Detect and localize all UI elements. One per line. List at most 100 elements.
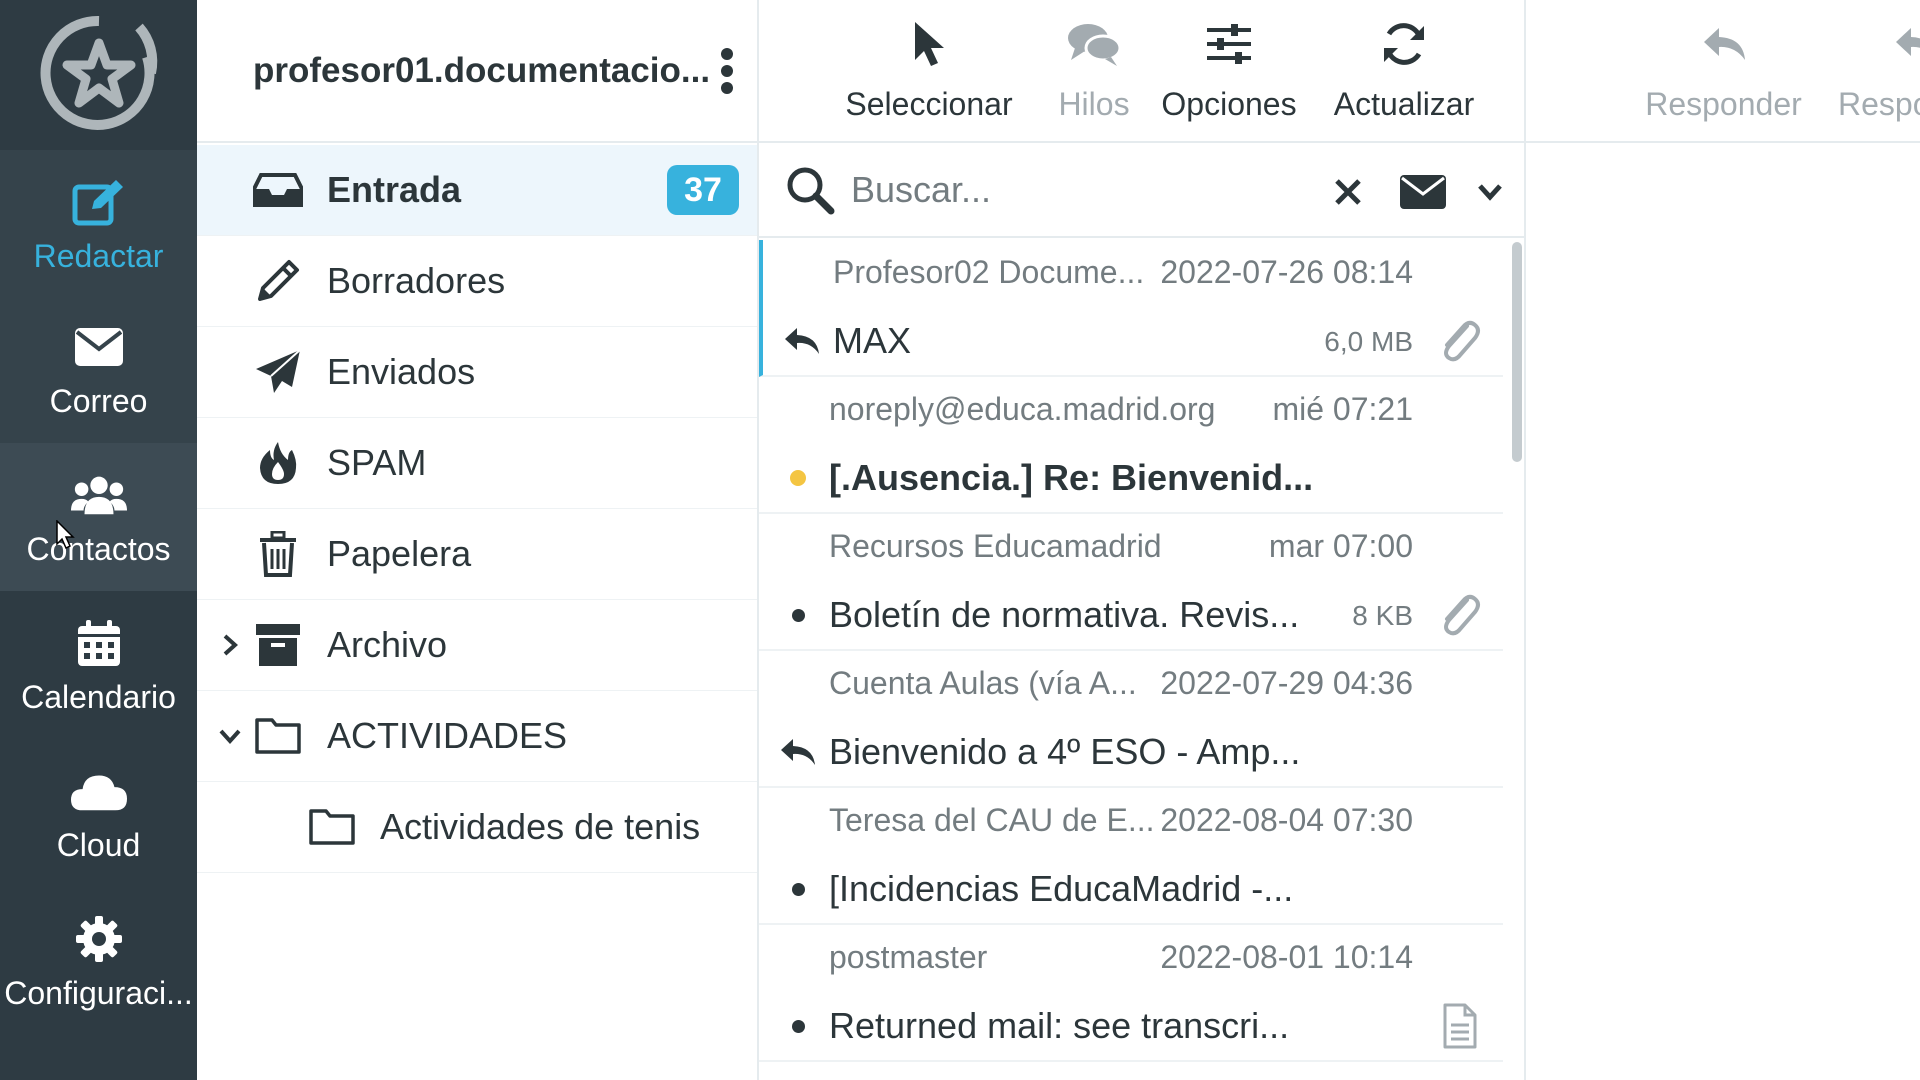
envelope-icon (71, 319, 127, 375)
message-from: Profesor02 Docume... (833, 254, 1145, 290)
reply-icon (1696, 16, 1752, 72)
scrollbar[interactable] (1512, 242, 1522, 462)
message-date: 2022-07-26 08:14 (1160, 254, 1413, 290)
refresh-button[interactable]: Actualizar (1309, 16, 1499, 128)
folder-label: Enviados (327, 351, 476, 392)
search-bar (759, 143, 1526, 238)
message-date: mar 07:00 (1268, 528, 1413, 564)
gear-icon (71, 911, 127, 967)
nav-settings[interactable]: Configuraci... (0, 887, 197, 1035)
folder-label: ACTIVIDADES (327, 715, 568, 756)
message-date: 2022-07-29 04:36 (1160, 665, 1413, 701)
compose-icon (71, 174, 127, 230)
folder-label: Papelera (327, 533, 472, 574)
search-options-chevron-icon[interactable] (1467, 169, 1513, 215)
nav-label: Correo (49, 382, 148, 419)
options-label: Opciones (1161, 86, 1297, 122)
message-date: 2022-08-01 10:14 (1160, 939, 1413, 975)
cloud-icon (70, 763, 127, 819)
message-row[interactable]: Recursos Educamadrid mar 07:00 Boletín d… (759, 514, 1503, 651)
status-dot-icon (777, 1005, 819, 1047)
message-from: postmaster (829, 939, 988, 975)
refresh-icon (1376, 16, 1432, 72)
select-button[interactable]: Seleccionar (829, 16, 1029, 128)
kebab-menu-icon[interactable] (717, 48, 737, 94)
options-button[interactable]: Opciones (1139, 16, 1319, 128)
nav-compose[interactable]: Redactar (0, 150, 197, 298)
select-label: Seleccionar (845, 86, 1013, 122)
folder-drafts[interactable]: Borradores (197, 236, 757, 327)
trash-icon (253, 529, 303, 579)
folder-actividades-de-tenis[interactable]: Actividades de tenis (197, 782, 757, 873)
reply-all-label: Respo (1838, 86, 1920, 122)
paper-plane-icon (253, 347, 303, 397)
folder-pane: profesor01.documentacio... Entrada 37 Bo… (197, 0, 759, 1080)
replied-icon (781, 320, 823, 362)
clear-search-icon[interactable] (1325, 169, 1371, 215)
search-input[interactable] (851, 161, 1271, 219)
refresh-label: Actualizar (1333, 86, 1475, 122)
archive-icon (253, 620, 303, 670)
reply-all-button[interactable]: Respo (1838, 16, 1920, 128)
message-from: Cuenta Aulas (vía A... (829, 665, 1137, 701)
reply-button[interactable]: Responder (1636, 16, 1811, 128)
folder-trash[interactable]: Papelera (197, 509, 757, 600)
webmail-app: Redactar Correo Contactos Calendario Clo… (0, 0, 1920, 1080)
folder-archive[interactable]: Archivo (197, 600, 757, 691)
fire-icon (253, 438, 303, 488)
message-date: mié 07:21 (1272, 391, 1413, 427)
preview-pane: Responder Respo (1526, 0, 1920, 1080)
reply-label: Responder (1645, 86, 1802, 122)
nav-label: Contactos (26, 530, 171, 567)
message-toolbar: Seleccionar Hilos Opciones Actualizar (759, 0, 1526, 143)
sliders-icon (1201, 16, 1257, 72)
star-logo-icon (40, 15, 157, 130)
message-row[interactable]: Profesor02 Docume... 2022-07-26 08:14 MA… (759, 240, 1503, 377)
message-row[interactable]: Teresa del CAU de E... 2022-08-04 07:30 … (759, 788, 1503, 925)
calendar-icon (71, 615, 127, 671)
message-row[interactable]: noreply@educa.madrid.org mié 07:21 [.Aus… (759, 377, 1503, 514)
message-subject: [Incidencias EducaMadrid -... (829, 868, 1294, 909)
nav-label: Redactar (33, 237, 164, 274)
message-row[interactable]: postmaster 2022-08-01 10:14 Returned mai… (759, 925, 1503, 1062)
nav-mail[interactable]: Correo (0, 295, 197, 443)
folder-label: Actividades de tenis (380, 806, 701, 847)
replied-icon (777, 731, 819, 773)
account-name: profesor01.documentacio... (253, 50, 711, 90)
message-subject: MAX (833, 320, 912, 361)
message-from: Recursos Educamadrid (829, 528, 1162, 564)
folder-actividades[interactable]: ACTIVIDADES (197, 691, 757, 782)
mouse-cursor-icon (56, 520, 75, 550)
pencil-icon (253, 256, 303, 306)
search-icon (787, 167, 835, 215)
chevron-right-icon[interactable] (215, 630, 245, 660)
message-subject: Returned mail: see transcri... (829, 1005, 1290, 1046)
paperclip-icon (1444, 594, 1480, 636)
nav-calendar[interactable]: Calendario (0, 591, 197, 739)
search-scope-envelope-icon[interactable] (1397, 169, 1449, 215)
chevron-down-icon[interactable] (215, 721, 245, 751)
folder-spam[interactable]: SPAM (197, 418, 757, 509)
main-navigation: Redactar Correo Contactos Calendario Clo… (0, 0, 197, 1080)
nav-cloud[interactable]: Cloud (0, 739, 197, 887)
folder-sent[interactable]: Enviados (197, 327, 757, 418)
message-size: 8 KB (1352, 600, 1413, 631)
folder-label: SPAM (327, 442, 427, 483)
folder-label: Entrada (327, 169, 462, 210)
message-from: Teresa del CAU de E... (829, 802, 1155, 838)
message-size: 6,0 MB (1324, 326, 1413, 357)
nav-contacts[interactable]: Contactos (0, 443, 197, 591)
app-logo[interactable] (0, 0, 197, 145)
folder-inbox[interactable]: Entrada 37 (197, 145, 757, 236)
message-subject: Boletín de normativa. Revis... (829, 594, 1300, 635)
message-date: 2022-08-04 07:30 (1160, 802, 1413, 838)
message-from: noreply@educa.madrid.org (829, 391, 1216, 427)
message-subject: Bienvenido a 4º ESO - Amp... (829, 731, 1301, 772)
message-subject: [.Ausencia.] Re: Bienvenid... (829, 457, 1314, 498)
message-row[interactable]: Cuenta Aulas (vía A... 2022-07-29 04:36 … (759, 651, 1503, 788)
preview-toolbar: Responder Respo (1526, 0, 1920, 143)
nav-label: Configuraci... (4, 974, 193, 1011)
folder-label: Borradores (327, 260, 506, 301)
comments-icon (1066, 16, 1122, 72)
nav-label: Calendario (21, 678, 176, 715)
